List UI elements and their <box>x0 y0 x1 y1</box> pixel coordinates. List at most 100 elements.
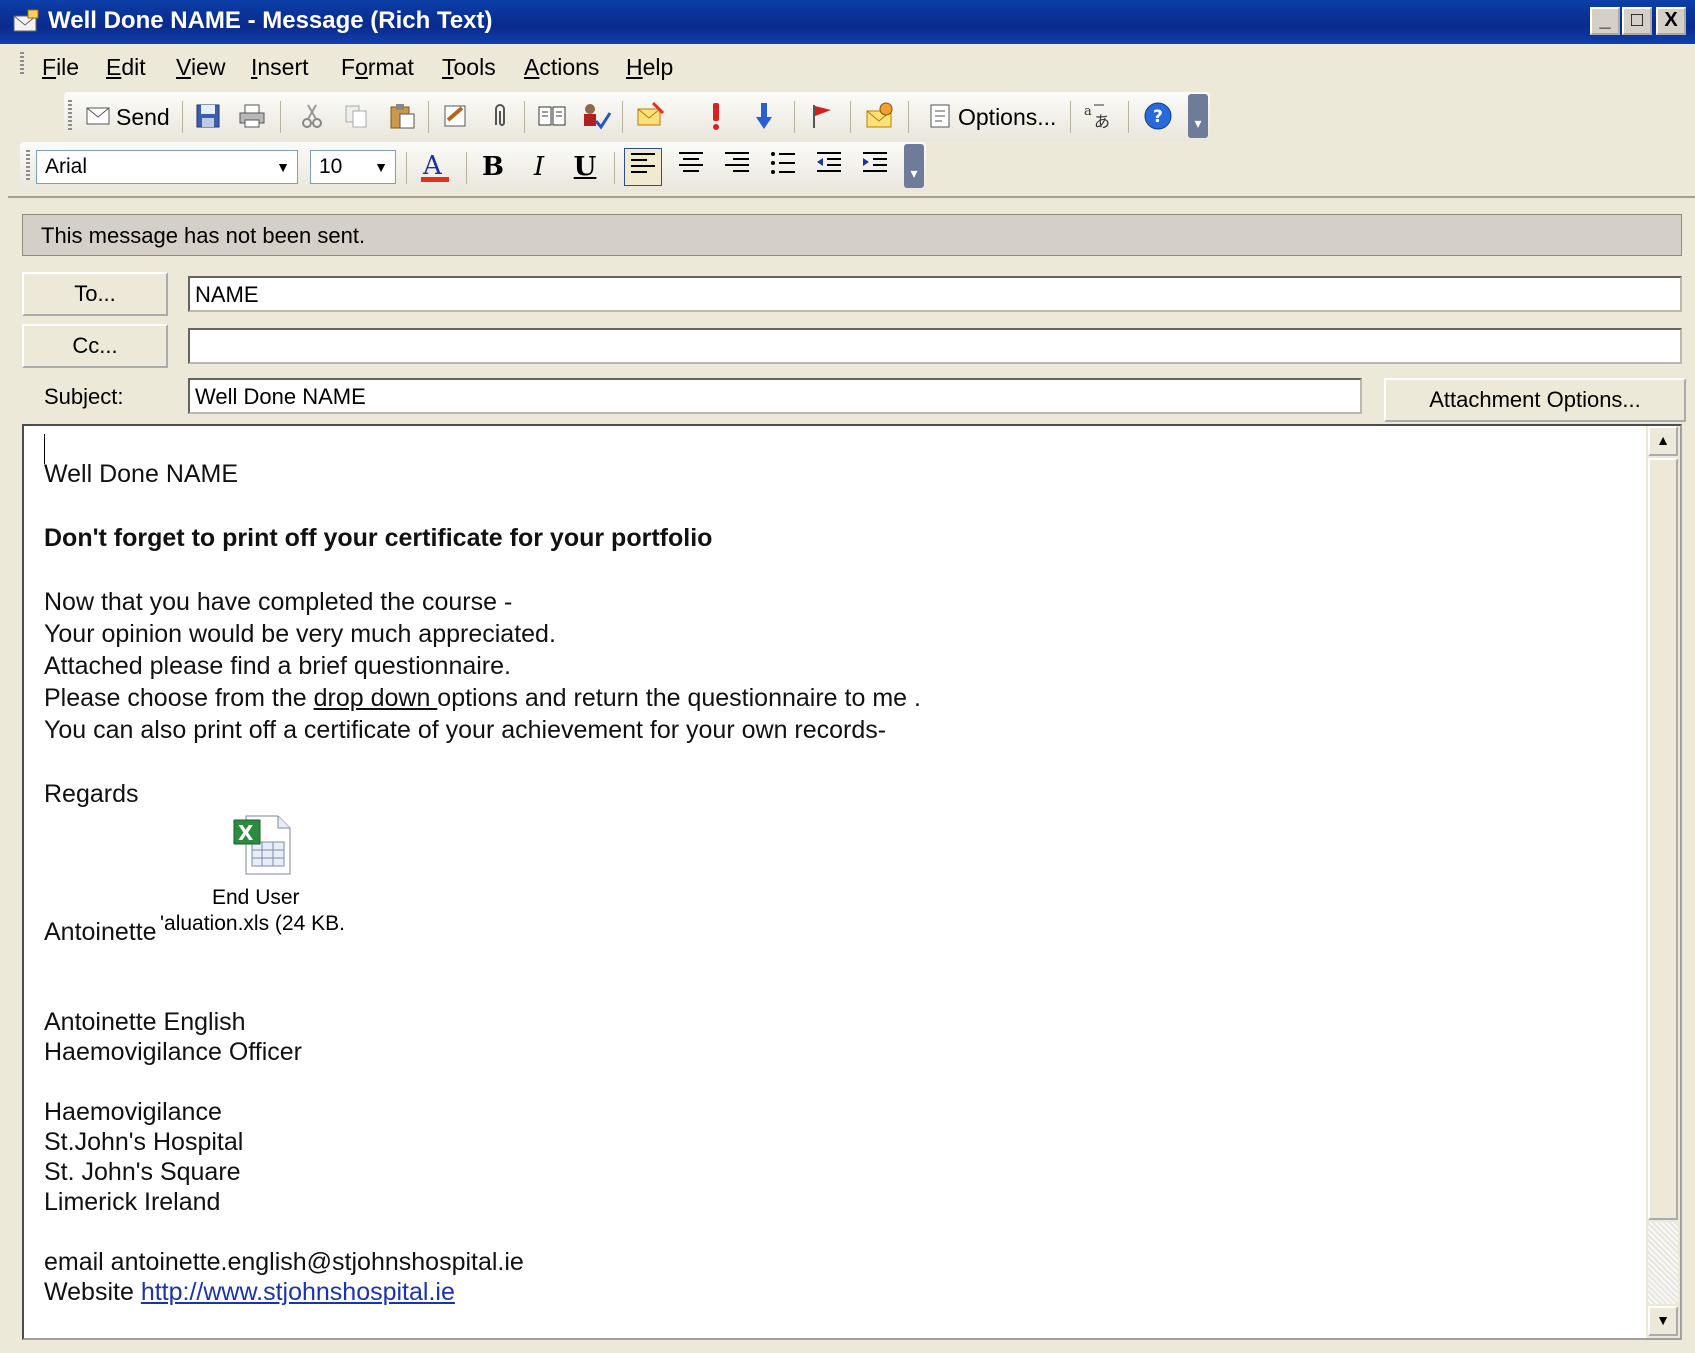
follow-up-icon[interactable] <box>634 100 666 132</box>
message-body[interactable]: Well Done NAME Don't forget to print off… <box>22 424 1682 1340</box>
svg-text:あ: あ <box>1094 112 1110 131</box>
scroll-down-icon[interactable]: ▼ <box>1648 1306 1678 1336</box>
toolbar-separator <box>794 101 795 133</box>
italic-button[interactable]: I <box>520 148 558 186</box>
signature-icon[interactable] <box>440 100 472 132</box>
title-bar[interactable]: Well Done NAME - Message (Rich Text) _ □… <box>0 0 1695 44</box>
vertical-scrollbar[interactable]: ▲ ▼ <box>1646 426 1680 1338</box>
low-importance-icon[interactable] <box>748 100 780 132</box>
info-bar: This message has not been sent. <box>22 214 1682 256</box>
body-line-5: You can also print off a certificate of … <box>44 716 887 744</box>
toolbar-separator <box>1070 101 1071 133</box>
attachment-name-line-1[interactable]: End User <box>212 886 300 910</box>
flag-icon[interactable] <box>806 100 838 132</box>
menu-help[interactable]: Help <box>626 54 673 81</box>
subject-field[interactable]: Well Done NAME <box>188 378 1362 414</box>
to-field[interactable]: NAME <box>188 276 1682 312</box>
menu-insert[interactable]: Insert <box>251 54 309 81</box>
cc-button[interactable]: Cc... <box>22 324 168 368</box>
maximize-button[interactable]: □ <box>1622 7 1652 35</box>
send-icon[interactable] <box>82 100 114 132</box>
options-button[interactable]: Options... <box>958 104 1056 131</box>
options-icon[interactable] <box>924 100 956 132</box>
body-line-1: Now that you have completed the course - <box>44 588 513 616</box>
signature-city: Limerick Ireland <box>44 1188 221 1216</box>
body-regards: Regards <box>44 780 139 808</box>
chevron-down-icon[interactable]: ▼ <box>271 153 295 181</box>
toolbar-separator <box>466 152 467 184</box>
permission-icon[interactable] <box>864 100 896 132</box>
body-sign-first: Antoinette <box>44 918 157 946</box>
print-icon[interactable] <box>236 100 268 132</box>
send-button[interactable]: Send <box>116 104 170 131</box>
scroll-up-icon[interactable]: ▲ <box>1648 426 1678 456</box>
increase-indent-icon[interactable] <box>856 148 894 186</box>
toolbar-overflow-icon[interactable]: ▾ <box>1188 94 1208 138</box>
signature-email: email antoinette.english@stjohnshospital… <box>44 1248 524 1276</box>
menu-actions[interactable]: Actions <box>524 54 599 81</box>
website-link[interactable]: http://www.stjohnshospital.ie <box>141 1278 455 1306</box>
toolbar-separator <box>622 101 623 133</box>
toolbar-separator <box>428 101 429 133</box>
scrollbar-track[interactable] <box>1648 1222 1678 1304</box>
toolbar-grip[interactable] <box>68 100 72 130</box>
toolbar-separator <box>280 101 281 133</box>
signature-street: St. John's Square <box>44 1158 241 1186</box>
menu-format[interactable]: Format <box>341 54 414 81</box>
font-size-value: 10 <box>319 155 343 178</box>
toolbar-divider <box>8 196 1695 198</box>
font-name-combo[interactable]: Arial ▼ <box>36 150 298 184</box>
attachment-name-line-2[interactable]: 'aluation.xls (24 KB. <box>160 912 345 936</box>
menu-edit[interactable]: Edit <box>106 54 146 81</box>
subject-label: Subject: <box>44 384 124 409</box>
decrease-indent-icon[interactable] <box>810 148 848 186</box>
to-field-value: NAME <box>195 282 259 307</box>
paperclip-icon[interactable] <box>484 100 516 132</box>
scrollbar-thumb[interactable] <box>1648 458 1678 1220</box>
check-names-icon[interactable] <box>580 100 612 132</box>
info-bar-text: This message has not been sent. <box>41 223 366 248</box>
align-right-icon[interactable] <box>718 148 756 186</box>
address-book-icon[interactable] <box>536 100 568 132</box>
font-size-combo[interactable]: 10 ▼ <box>310 150 396 184</box>
align-left-icon[interactable] <box>624 148 662 186</box>
toolbar-overflow-icon[interactable]: ▾ <box>904 144 924 188</box>
body-line-4: Please choose from the drop down options… <box>44 684 921 712</box>
excel-file-icon[interactable]: X <box>230 814 296 876</box>
close-button[interactable]: X <box>1656 7 1686 35</box>
align-center-icon[interactable] <box>672 148 710 186</box>
subject-field-value: Well Done NAME <box>195 384 366 409</box>
attachment-options-button[interactable]: Attachment Options... <box>1384 378 1686 422</box>
svg-text:?: ? <box>1153 107 1163 127</box>
menu-grip[interactable] <box>20 52 24 76</box>
bullets-icon[interactable] <box>764 148 802 186</box>
menu-tools[interactable]: Tools <box>442 54 496 81</box>
signature-hospital: St.John's Hospital <box>44 1128 244 1156</box>
copy-icon[interactable] <box>340 100 372 132</box>
menu-view[interactable]: View <box>176 54 225 81</box>
minimize-button[interactable]: _ <box>1590 7 1620 35</box>
toolbar-separator <box>1128 101 1129 133</box>
menu-file[interactable]: File <box>42 54 79 81</box>
underline-button[interactable]: U <box>566 148 604 186</box>
help-icon[interactable]: ? <box>1142 100 1174 132</box>
envelope-icon <box>13 9 39 32</box>
to-button[interactable]: To... <box>22 272 168 316</box>
bold-button[interactable]: B <box>474 148 512 186</box>
high-importance-icon[interactable] <box>700 100 732 132</box>
body-line-3: Attached please find a brief questionnai… <box>44 652 511 680</box>
paste-icon[interactable] <box>386 100 418 132</box>
body-reminder: Don't forget to print off your certifica… <box>44 524 713 552</box>
toolbar-separator <box>908 101 909 133</box>
font-color-icon[interactable]: A <box>416 148 454 186</box>
chevron-down-icon[interactable]: ▼ <box>369 153 393 181</box>
toolbar-separator <box>850 101 851 133</box>
drop-down-text: drop down <box>313 684 438 712</box>
signature-name: Antoinette English <box>44 1008 246 1036</box>
toolbar-grip[interactable] <box>26 150 30 180</box>
cut-icon[interactable] <box>296 100 328 132</box>
spelling-icon[interactable]: aあ <box>1082 100 1114 132</box>
save-icon[interactable] <box>192 100 224 132</box>
cc-field[interactable] <box>188 328 1682 364</box>
font-name-value: Arial <box>45 155 88 178</box>
